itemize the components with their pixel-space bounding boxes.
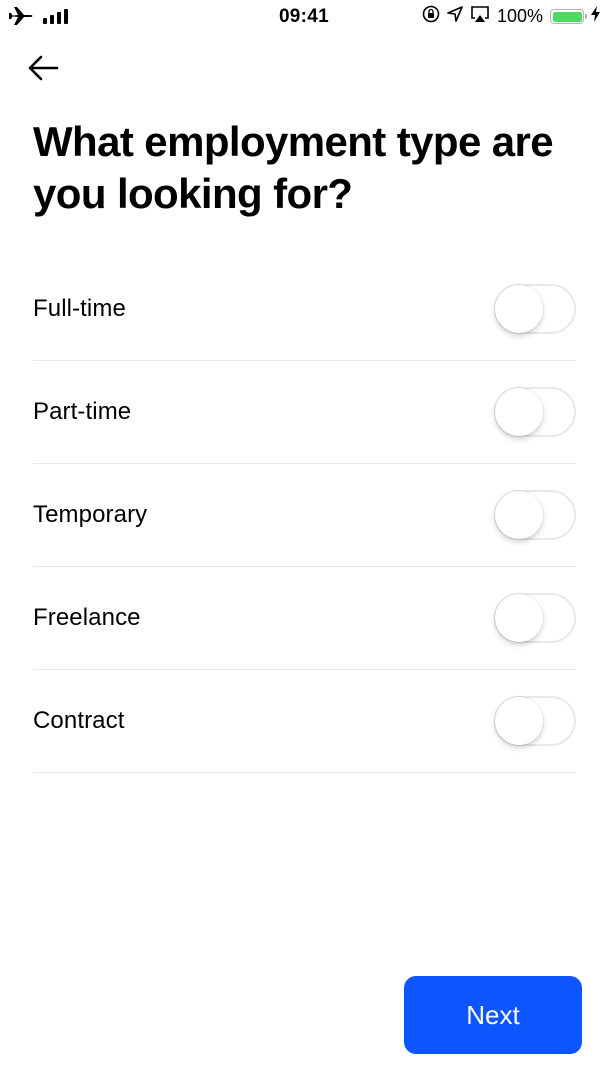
employment-type-list: Full-time Part-time Temporary Freelance …: [33, 258, 576, 773]
option-label: Part-time: [33, 398, 132, 425]
option-label: Freelance: [33, 604, 141, 631]
option-row-freelance: Freelance: [33, 567, 576, 670]
freelance-toggle[interactable]: [494, 593, 576, 643]
full-time-toggle[interactable]: [494, 284, 576, 334]
location-icon: [447, 6, 463, 27]
airplay-icon: [470, 5, 490, 28]
part-time-toggle[interactable]: [494, 387, 576, 437]
next-button[interactable]: Next: [404, 976, 582, 1054]
contract-toggle[interactable]: [494, 696, 576, 746]
toggle-knob: [495, 388, 543, 436]
arrow-left-icon: [24, 55, 60, 90]
option-row-part-time: Part-time: [33, 361, 576, 464]
rotation-lock-icon: [422, 5, 440, 28]
temporary-toggle[interactable]: [494, 490, 576, 540]
battery-fill: [552, 11, 582, 22]
option-row-contract: Contract: [33, 670, 576, 773]
battery-percent: 100%: [496, 6, 543, 26]
charging-icon: [591, 6, 600, 27]
toggle-knob: [495, 697, 543, 745]
option-label: Contract: [33, 707, 125, 734]
toggle-knob: [495, 491, 543, 539]
status-right: 100%: [422, 5, 600, 28]
option-row-full-time: Full-time: [33, 258, 576, 361]
status-bar: 09:41 100%: [0, 0, 608, 34]
option-row-temporary: Temporary: [33, 464, 576, 567]
option-label: Full-time: [33, 295, 126, 322]
page-title: What employment type are you looking for…: [33, 118, 554, 217]
battery-icon: [550, 9, 587, 24]
back-button[interactable]: [24, 50, 64, 86]
toggle-knob: [495, 594, 543, 642]
option-label: Temporary: [33, 501, 148, 528]
toggle-knob: [495, 285, 543, 333]
